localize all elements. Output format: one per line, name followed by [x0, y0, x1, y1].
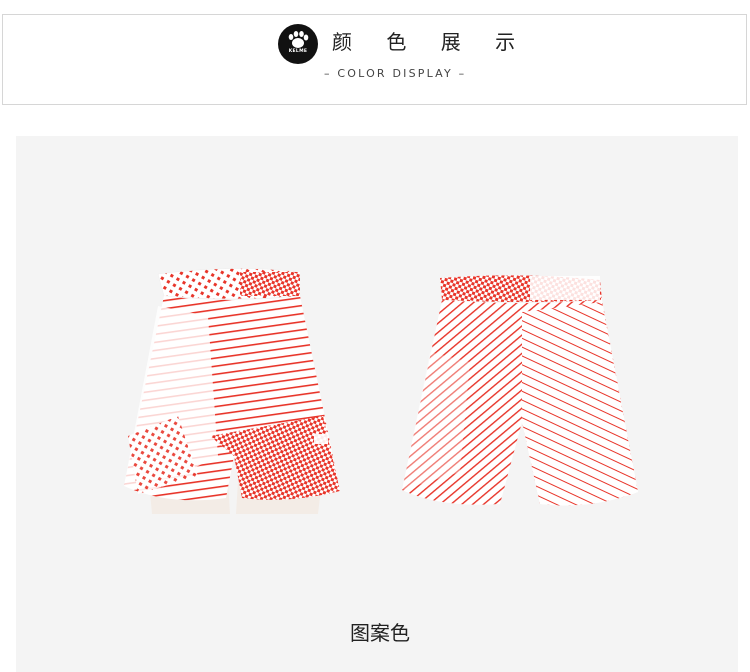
paw-icon	[288, 31, 309, 48]
logo-text: KELME	[288, 49, 308, 54]
color-caption: 图案色	[350, 621, 410, 645]
shorts-front-image	[124, 268, 340, 514]
shorts-back-image	[402, 275, 638, 506]
section-title: 颜 色 展 示	[332, 30, 530, 54]
kelme-logo: KELME	[278, 24, 318, 64]
section-subtitle: – COLOR DISPLAY –	[324, 67, 467, 80]
